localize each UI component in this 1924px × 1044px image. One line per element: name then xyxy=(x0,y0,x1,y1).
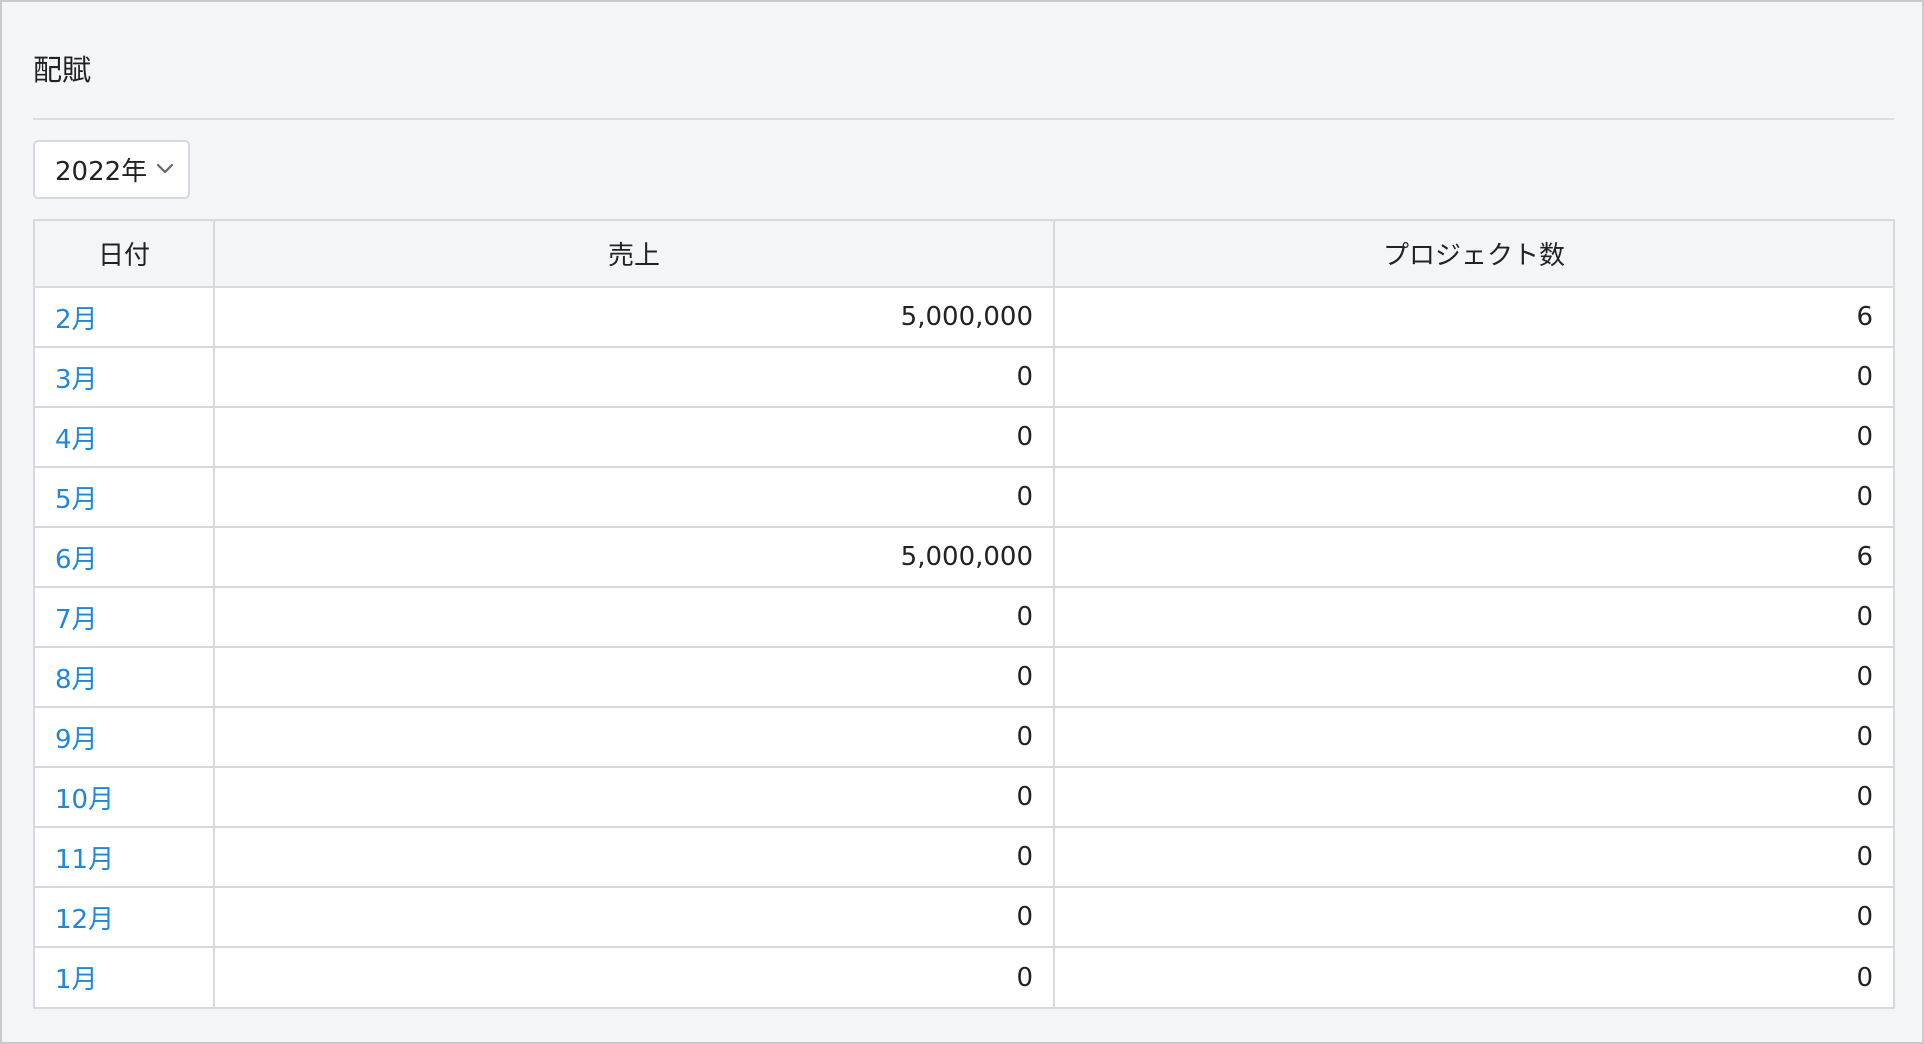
table-row: 11月 0 0 xyxy=(35,826,1893,888)
sales-cell: 0 xyxy=(213,646,1055,708)
table-row: 2月 5,000,000 6 xyxy=(35,286,1893,348)
month-link[interactable]: 9月 xyxy=(55,725,98,755)
sales-cell: 5,000,000 xyxy=(213,286,1055,348)
month-cell[interactable]: 4月 xyxy=(35,406,215,468)
month-cell[interactable]: 1月 xyxy=(35,946,215,1007)
month-link[interactable]: 4月 xyxy=(55,425,98,455)
table-row: 8月 0 0 xyxy=(35,646,1893,708)
sales-cell: 5,000,000 xyxy=(213,526,1055,588)
year-select[interactable]: 2022年 xyxy=(33,140,190,199)
project-count-cell: 0 xyxy=(1053,466,1893,528)
project-count-cell: 0 xyxy=(1053,826,1893,888)
page-title: 配賦 xyxy=(33,53,92,87)
month-link[interactable]: 7月 xyxy=(55,605,98,635)
month-cell[interactable]: 7月 xyxy=(35,586,215,648)
month-link[interactable]: 1月 xyxy=(55,965,98,995)
table-row: 3月 0 0 xyxy=(35,346,1893,408)
sales-cell: 0 xyxy=(213,406,1055,468)
sales-cell: 0 xyxy=(213,346,1055,408)
column-header-project-count: プロジェクト数 xyxy=(1053,221,1893,288)
project-count-cell: 0 xyxy=(1053,346,1893,408)
table-row: 4月 0 0 xyxy=(35,406,1893,468)
project-count-cell: 6 xyxy=(1053,526,1893,588)
month-cell[interactable]: 2月 xyxy=(35,286,215,348)
month-cell[interactable]: 3月 xyxy=(35,346,215,408)
project-count-cell: 0 xyxy=(1053,706,1893,768)
sales-cell: 0 xyxy=(213,466,1055,528)
project-count-cell: 0 xyxy=(1053,886,1893,948)
sales-cell: 0 xyxy=(213,766,1055,828)
project-count-cell: 6 xyxy=(1053,286,1893,348)
month-cell[interactable]: 6月 xyxy=(35,526,215,588)
month-link[interactable]: 3月 xyxy=(55,365,98,395)
month-cell[interactable]: 11月 xyxy=(35,826,215,888)
table-row: 7月 0 0 xyxy=(35,586,1893,648)
month-link[interactable]: 11月 xyxy=(55,845,114,875)
project-count-cell: 0 xyxy=(1053,766,1893,828)
sales-cell: 0 xyxy=(213,706,1055,768)
month-link[interactable]: 2月 xyxy=(55,305,98,335)
allocation-table: 日付 売上 プロジェクト数 2月 5,000,000 6 3月 0 0 4月 0… xyxy=(33,219,1895,1009)
year-select-value: 2022年 xyxy=(55,157,148,187)
table-row: 12月 0 0 xyxy=(35,886,1893,948)
month-cell[interactable]: 8月 xyxy=(35,646,215,708)
month-link[interactable]: 12月 xyxy=(55,905,114,935)
project-count-cell: 0 xyxy=(1053,406,1893,468)
month-link[interactable]: 5月 xyxy=(55,485,98,515)
month-cell[interactable]: 12月 xyxy=(35,886,215,948)
chevron-down-icon xyxy=(156,163,174,174)
sales-cell: 0 xyxy=(213,886,1055,948)
column-header-date: 日付 xyxy=(35,221,215,288)
month-cell[interactable]: 10月 xyxy=(35,766,215,828)
project-count-cell: 0 xyxy=(1053,946,1893,1007)
app-frame: 配賦 2022年 日付 売上 プロジェクト数 2月 5,000,000 6 3月… xyxy=(0,0,1924,1044)
sales-cell: 0 xyxy=(213,586,1055,648)
column-header-sales: 売上 xyxy=(213,221,1055,288)
month-cell[interactable]: 5月 xyxy=(35,466,215,528)
table-row: 6月 5,000,000 6 xyxy=(35,526,1893,588)
sales-cell: 0 xyxy=(213,946,1055,1007)
month-link[interactable]: 10月 xyxy=(55,785,114,815)
title-divider xyxy=(33,118,1894,120)
month-link[interactable]: 6月 xyxy=(55,545,98,575)
project-count-cell: 0 xyxy=(1053,586,1893,648)
table-row: 1月 0 0 xyxy=(35,946,1893,1007)
sales-cell: 0 xyxy=(213,826,1055,888)
table-row: 9月 0 0 xyxy=(35,706,1893,768)
month-cell[interactable]: 9月 xyxy=(35,706,215,768)
table-row: 10月 0 0 xyxy=(35,766,1893,828)
table-row: 5月 0 0 xyxy=(35,466,1893,528)
month-link[interactable]: 8月 xyxy=(55,665,98,695)
table-header-row: 日付 売上 プロジェクト数 xyxy=(35,221,1893,288)
project-count-cell: 0 xyxy=(1053,646,1893,708)
